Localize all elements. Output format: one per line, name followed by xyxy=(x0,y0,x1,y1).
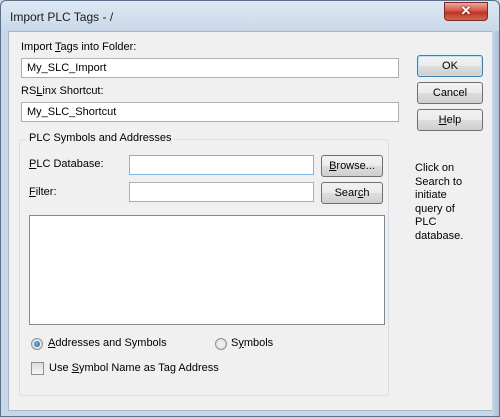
plc-database-label: PLC Database: xyxy=(29,158,104,170)
window-title: Import PLC Tags - / xyxy=(10,10,114,24)
shortcut-label: RSLinx Shortcut: xyxy=(21,85,104,97)
search-hint-text: Click on Search to initiate query of PLC… xyxy=(415,162,464,242)
plc-database-input[interactable] xyxy=(129,155,314,175)
ok-button[interactable]: OK xyxy=(417,55,483,77)
cancel-button[interactable]: Cancel xyxy=(417,82,483,104)
addresses-and-symbols-label[interactable]: Addresses and Symbols xyxy=(48,337,167,349)
plc-results-list[interactable] xyxy=(29,215,385,325)
filter-label: Filter: xyxy=(29,186,57,198)
use-symbol-name-label[interactable]: Use Symbol Name as Tag Address xyxy=(49,362,219,374)
filter-input[interactable] xyxy=(129,182,314,202)
dialog-client-area: Import Tags into Folder: My_SLC_Import R… xyxy=(8,31,494,411)
shortcut-input[interactable]: My_SLC_Shortcut xyxy=(21,102,399,122)
import-plc-tags-dialog: Import PLC Tags - / ✕ Import Tags into F… xyxy=(0,0,500,417)
import-folder-label: Import Tags into Folder: xyxy=(21,41,137,53)
help-button[interactable]: Help xyxy=(417,109,483,131)
addresses-and-symbols-radio[interactable] xyxy=(31,338,43,350)
symbols-radio[interactable] xyxy=(215,338,227,350)
title-bar[interactable]: Import PLC Tags - / ✕ xyxy=(1,1,499,31)
window-frame-right xyxy=(492,31,499,416)
use-symbol-name-checkbox[interactable] xyxy=(31,362,44,375)
symbols-label[interactable]: Symbols xyxy=(231,337,273,349)
group-title: PLC Symbols and Addresses xyxy=(26,132,175,144)
search-button[interactable]: Search xyxy=(321,182,383,204)
close-icon: ✕ xyxy=(460,3,472,18)
import-folder-input[interactable]: My_SLC_Import xyxy=(21,58,399,78)
close-button[interactable]: ✕ xyxy=(444,2,488,21)
browse-button[interactable]: Browse... xyxy=(321,155,383,177)
